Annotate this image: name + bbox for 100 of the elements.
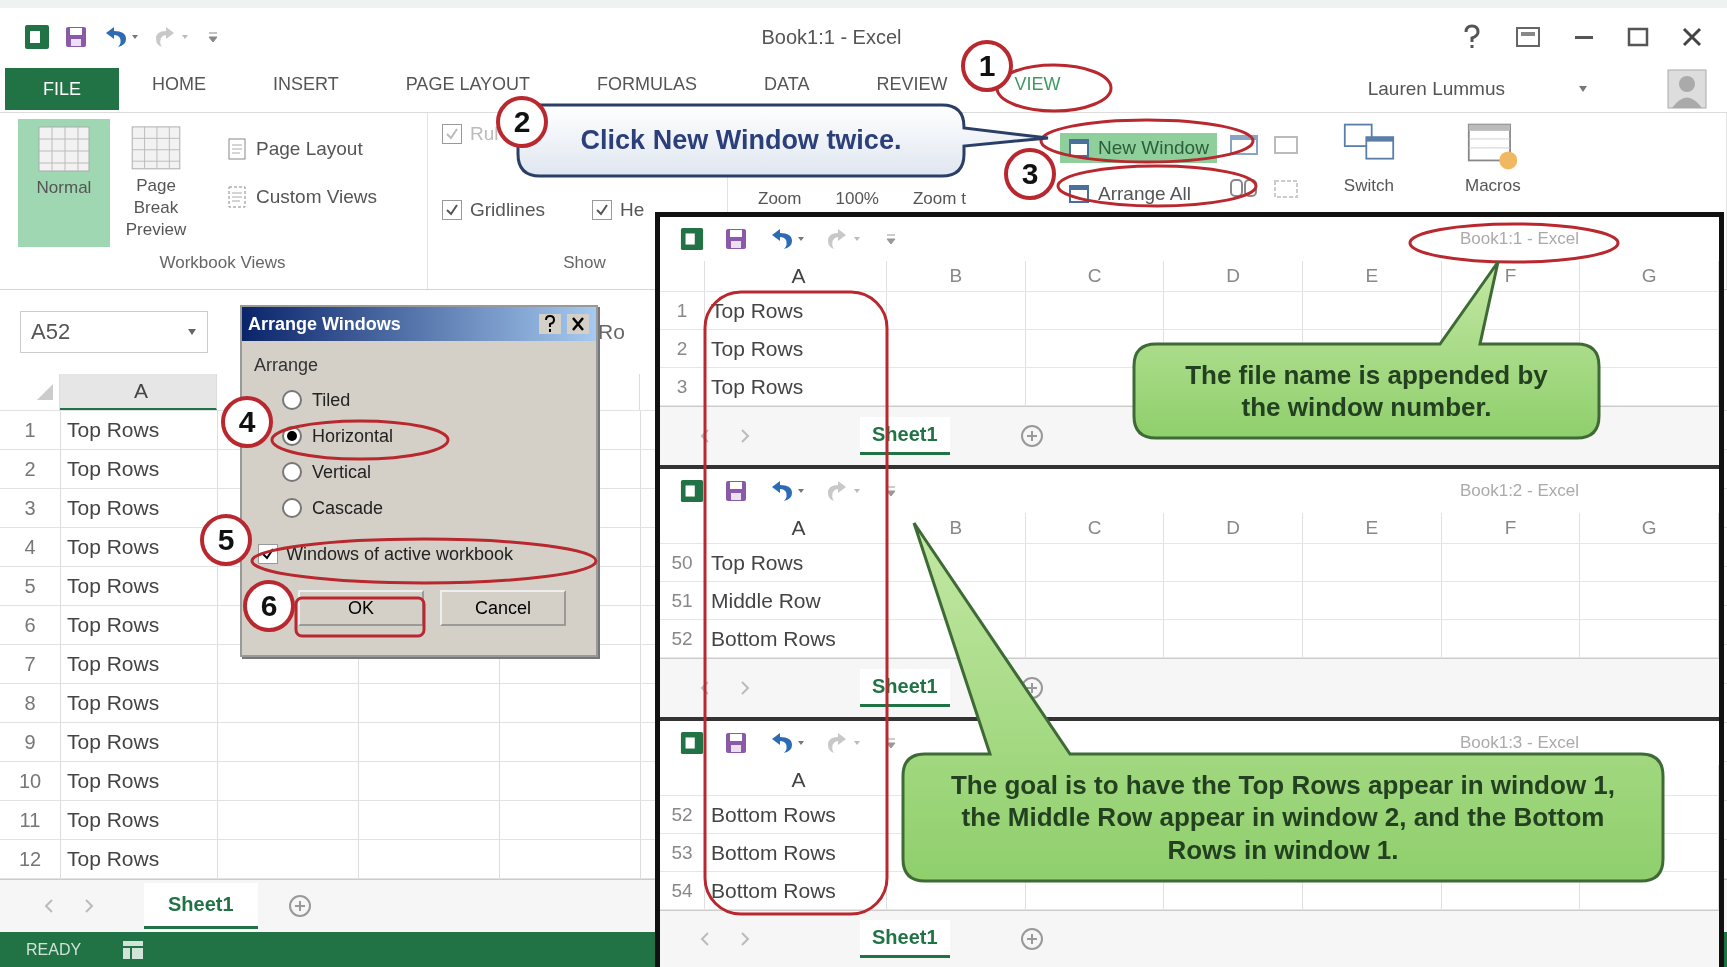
column-header[interactable]: A	[60, 374, 217, 410]
row-number[interactable]: 11	[0, 801, 61, 839]
maximize-icon[interactable]	[1627, 26, 1649, 48]
add-sheet-icon[interactable]	[287, 894, 312, 918]
column-header[interactable]: A	[791, 264, 806, 288]
window-command-button[interactable]: New Window	[1060, 133, 1217, 163]
column-header[interactable]: E	[1365, 517, 1379, 539]
scroll-left-icon[interactable]	[700, 429, 710, 443]
zoom-label[interactable]: Zoom t	[912, 189, 966, 209]
column-header[interactable]: C	[1087, 517, 1102, 539]
window-icon	[1068, 137, 1090, 159]
macros-button[interactable]: Macros	[1436, 119, 1549, 200]
save-icon[interactable]	[64, 25, 88, 49]
column-header[interactable]: B	[949, 517, 963, 539]
checkbox[interactable]: Windows of active workbook	[258, 536, 514, 572]
add-sheet-icon[interactable]	[1019, 424, 1044, 448]
ribbon-tab[interactable]: REVIEW	[876, 72, 948, 96]
row-number[interactable]: 51	[660, 582, 705, 619]
checkbox[interactable]: Gridlines	[442, 199, 545, 221]
row-number[interactable]: 2	[0, 450, 61, 488]
row-number[interactable]: 53	[660, 834, 705, 871]
row-number[interactable]: 7	[0, 645, 61, 683]
save-icon[interactable]	[724, 731, 748, 755]
view-option-button[interactable]: Custom Views	[218, 181, 386, 213]
excel-logo-icon[interactable]	[680, 731, 704, 755]
excel-logo-icon[interactable]	[24, 24, 50, 50]
view-mode-button[interactable]: Normal	[18, 119, 110, 247]
macro-record-icon[interactable]	[121, 938, 146, 961]
column-header[interactable]: A	[791, 768, 806, 792]
ok-button[interactable]: OK	[298, 590, 424, 626]
column-header[interactable]: E	[1365, 265, 1379, 287]
radio-option[interactable]: Cascade	[282, 490, 384, 526]
column-header[interactable]: C	[1087, 265, 1102, 287]
ribbon-tab[interactable]: DATA	[764, 72, 810, 96]
ribbon-tab[interactable]: FORMULAS	[597, 72, 698, 96]
customize-arrow-icon[interactable]	[206, 30, 220, 44]
column-header[interactable]: F	[1504, 517, 1517, 539]
window-title: Book1:2 - Excel	[1459, 481, 1579, 501]
row-number[interactable]: 1	[0, 411, 61, 449]
sheet-tab[interactable]: Sheet1	[144, 883, 258, 929]
table-cell: Bottom Rows	[705, 796, 887, 833]
ribbon-tab[interactable]: INSERT	[273, 72, 339, 96]
formula-text: Ro	[598, 320, 625, 344]
sheet-tab[interactable]: Sheet1	[860, 920, 950, 958]
ribbon-display-icon[interactable]	[1515, 26, 1541, 48]
radio-option[interactable]: Horizontal	[282, 418, 394, 454]
row-number[interactable]: 9	[0, 723, 61, 761]
dialog-title: Arrange Windows	[248, 313, 401, 335]
row-number[interactable]: 6	[0, 606, 61, 644]
view-option-button[interactable]: Page Layout	[218, 133, 386, 165]
row-number[interactable]: 3	[0, 489, 61, 527]
window-command-button[interactable]: Arrange All	[1060, 179, 1217, 209]
ribbon-tab[interactable]: PAGE LAYOUT	[405, 72, 531, 96]
row-number[interactable]: 1	[660, 292, 705, 329]
column-header[interactable]: A	[791, 516, 806, 540]
checkbox[interactable]: He	[592, 199, 645, 221]
zoom-label[interactable]: 100%	[835, 189, 879, 209]
add-sheet-icon[interactable]	[1019, 927, 1044, 951]
radio-option[interactable]: Vertical	[282, 454, 372, 490]
table-cell: Top Rows	[705, 368, 887, 405]
row-number[interactable]: 4	[0, 528, 61, 566]
row-number[interactable]: 52	[660, 796, 705, 833]
save-icon[interactable]	[724, 479, 748, 503]
excel-logo-icon[interactable]	[680, 227, 704, 251]
user-name[interactable]: Lauren Lummus	[1367, 78, 1505, 100]
close-icon[interactable]	[1681, 26, 1703, 48]
dropdown-caret-icon[interactable]	[1578, 85, 1588, 93]
close-icon[interactable]	[566, 313, 590, 335]
row-number[interactable]: 52	[660, 620, 705, 657]
table-cell: Top Rows	[705, 544, 887, 581]
row-number[interactable]: 10	[0, 762, 61, 800]
ribbon-tab[interactable]: VIEW	[1014, 72, 1061, 96]
row-number[interactable]: 2	[660, 330, 705, 367]
view-mode-button[interactable]: Page Break Preview	[110, 119, 202, 247]
column-header[interactable]: B	[949, 265, 963, 287]
cancel-button[interactable]: Cancel	[440, 590, 566, 626]
help-icon[interactable]	[538, 313, 562, 335]
scroll-left-icon[interactable]	[700, 681, 710, 695]
column-header[interactable]: D	[1226, 517, 1241, 539]
zoom-label[interactable]: Zoom	[758, 189, 802, 209]
column-header[interactable]: F	[1504, 265, 1517, 287]
excel-logo-icon[interactable]	[680, 479, 704, 503]
radio-option[interactable]: Tiled	[282, 382, 351, 418]
column-header[interactable]: D	[1226, 265, 1241, 287]
row-number[interactable]: 54	[660, 872, 705, 909]
row-number[interactable]: 12	[0, 840, 61, 878]
row-number[interactable]: 8	[0, 684, 61, 722]
switch-windows-button[interactable]: Switch	[1312, 119, 1425, 200]
table-cell: Bottom Rows	[705, 872, 887, 909]
column-header[interactable]: G	[1641, 517, 1657, 539]
file-tab[interactable]: FILE	[5, 68, 119, 110]
ribbon-tab[interactable]: HOME	[152, 72, 206, 96]
row-number[interactable]: 50	[660, 544, 705, 581]
column-header[interactable]: G	[1641, 265, 1657, 287]
name-box[interactable]: A52	[20, 311, 208, 353]
row-number[interactable]: 5	[0, 567, 61, 605]
row-number[interactable]: 3	[660, 368, 705, 405]
table-cell: Top Rows	[61, 723, 218, 761]
customize-arrow-icon[interactable]	[884, 232, 898, 246]
save-icon[interactable]	[724, 227, 748, 251]
